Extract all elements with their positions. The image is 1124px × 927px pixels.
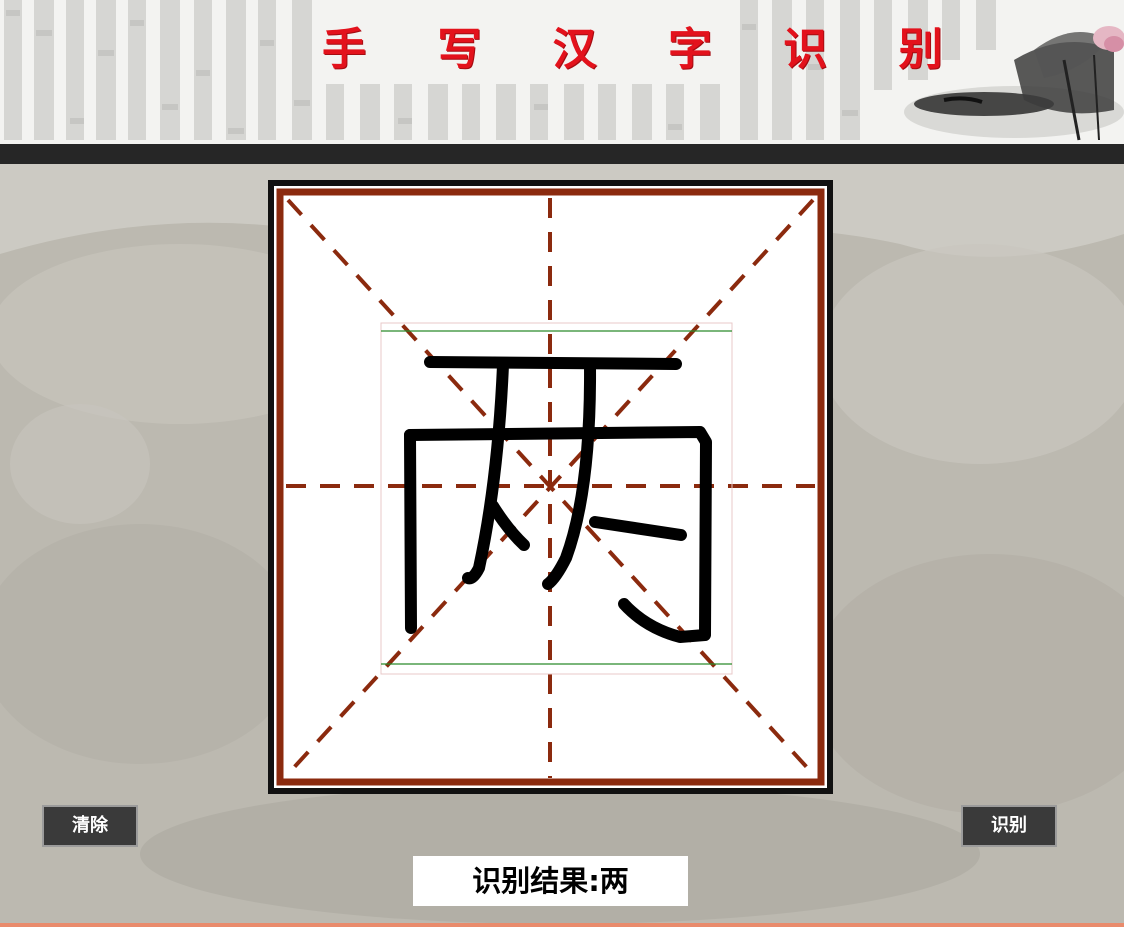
header-banner: 手 写 汉 字 识 别 bbox=[0, 0, 1124, 144]
rice-grid-guides bbox=[286, 198, 815, 778]
recognize-button[interactable]: 识别 bbox=[961, 805, 1057, 847]
header-divider-bar bbox=[0, 144, 1124, 164]
recognition-result: 识别结果:两 bbox=[413, 856, 688, 906]
ink-lotus-painting bbox=[904, 26, 1124, 141]
bottom-accent-line bbox=[0, 923, 1124, 927]
result-label: 识别结果: bbox=[472, 864, 600, 898]
handwriting-canvas[interactable] bbox=[268, 180, 833, 794]
clear-button[interactable]: 清除 bbox=[42, 805, 138, 847]
result-value: 两 bbox=[599, 864, 629, 898]
